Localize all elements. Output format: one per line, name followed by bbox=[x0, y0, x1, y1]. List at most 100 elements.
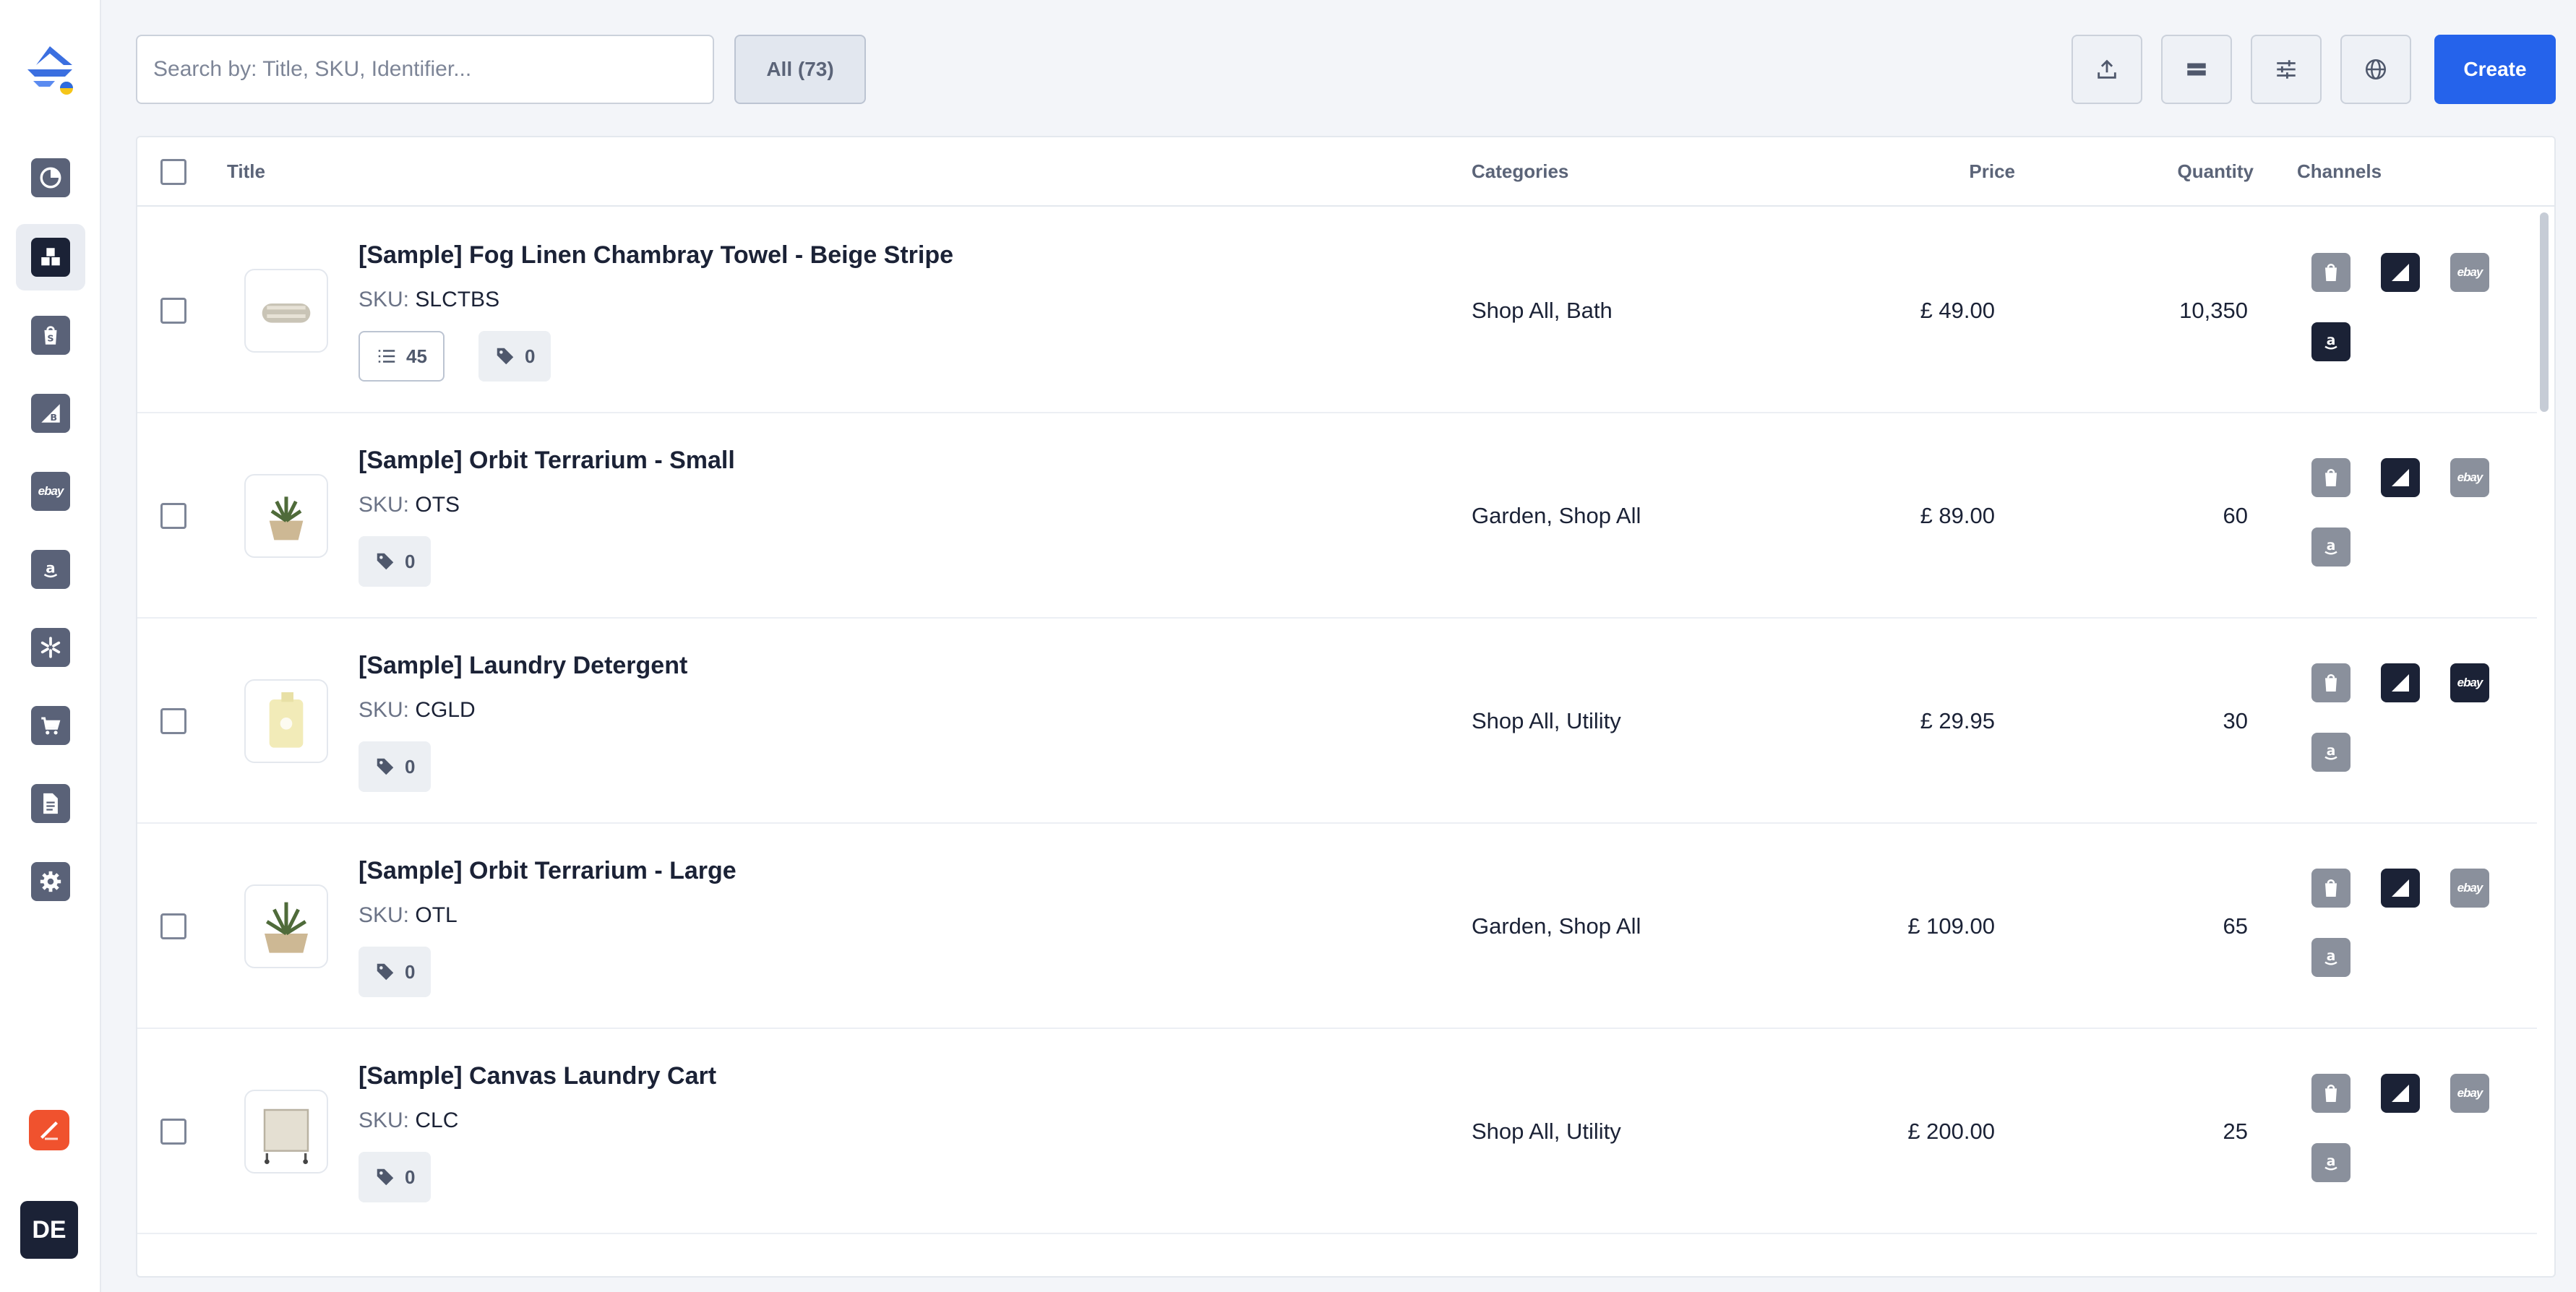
table-row[interactable]: [Sample] Laundry Detergent SKU: CGLD 0 S… bbox=[137, 619, 2537, 824]
sidebar-item-bigcommerce[interactable]: B bbox=[16, 380, 85, 447]
product-title[interactable]: [Sample] Fog Linen Chambray Towel - Beig… bbox=[359, 241, 953, 270]
table-header: Title Categories Price Quantity Channels bbox=[137, 137, 2554, 207]
shopify-icon[interactable] bbox=[2311, 869, 2350, 908]
svg-text:a: a bbox=[2327, 538, 2336, 554]
products-table: Title Categories Price Quantity Channels… bbox=[136, 136, 2556, 1278]
product-thumbnail[interactable] bbox=[244, 269, 328, 353]
table-row[interactable]: [Sample] Fog Linen Chambray Towel - Beig… bbox=[137, 208, 2537, 413]
sidebar-item-amazon[interactable]: a bbox=[16, 536, 85, 603]
ebay-icon[interactable]: ebay bbox=[2450, 253, 2489, 292]
product-title[interactable]: [Sample] Orbit Terrarium - Large bbox=[359, 857, 737, 885]
tag-icon bbox=[497, 348, 514, 365]
sidebar-item-cart[interactable] bbox=[16, 692, 85, 759]
ebay-icon: ebay bbox=[31, 472, 70, 511]
row-checkbox[interactable] bbox=[160, 1119, 186, 1145]
shopify-icon[interactable] bbox=[2311, 253, 2350, 292]
sidebar-item-ebay[interactable]: ebay bbox=[16, 458, 85, 525]
amazon-icon[interactable]: a bbox=[2311, 938, 2350, 977]
product-categories: Shop All, Utility bbox=[1472, 1119, 1621, 1144]
tag-icon bbox=[377, 1168, 394, 1186]
column-header-price[interactable]: Price bbox=[1969, 160, 2015, 183]
shopify-icon[interactable] bbox=[2311, 663, 2350, 702]
product-sku: SKU: CLC bbox=[359, 1108, 459, 1132]
bigcommerce-icon[interactable] bbox=[2381, 869, 2420, 908]
globe-icon bbox=[2365, 59, 2387, 80]
product-sku: SKU: OTL bbox=[359, 903, 458, 927]
svg-text:a: a bbox=[46, 559, 55, 576]
svg-text:a: a bbox=[2327, 333, 2336, 348]
variants-chip[interactable]: 45 bbox=[359, 331, 445, 382]
table-row[interactable]: [Sample] Orbit Terrarium - Small SKU: OT… bbox=[137, 413, 2537, 619]
select-all-checkbox[interactable] bbox=[160, 159, 186, 185]
product-categories: Garden, Shop All bbox=[1472, 503, 1641, 528]
amazon-icon[interactable]: a bbox=[2311, 527, 2350, 567]
ebay-icon[interactable]: ebay bbox=[2450, 869, 2489, 908]
sidebar-item-walmart[interactable] bbox=[16, 614, 85, 681]
product-thumbnail[interactable] bbox=[244, 884, 328, 968]
column-header-categories[interactable]: Categories bbox=[1472, 160, 1568, 183]
row-checkbox[interactable] bbox=[160, 913, 186, 939]
shopify-icon[interactable] bbox=[2311, 458, 2350, 497]
bigcommerce-icon[interactable] bbox=[2381, 458, 2420, 497]
row-checkbox[interactable] bbox=[160, 298, 186, 324]
product-title[interactable]: [Sample] Canvas Laundry Cart bbox=[359, 1062, 716, 1090]
bigcommerce-icon[interactable] bbox=[2381, 1074, 2420, 1113]
zapier-icon[interactable] bbox=[29, 1110, 69, 1150]
sidebar-item-products[interactable] bbox=[16, 224, 85, 290]
product-sku: SKU: SLCTBS bbox=[359, 288, 500, 311]
ebay-icon[interactable]: ebay bbox=[2450, 458, 2489, 497]
amazon-icon[interactable]: a bbox=[2311, 1143, 2350, 1182]
table-row[interactable]: [Sample] Canvas Laundry Cart SKU: CLC 0 … bbox=[137, 1029, 2537, 1234]
tags-chip[interactable]: 0 bbox=[359, 947, 432, 997]
product-sku: SKU: CGLD bbox=[359, 698, 476, 722]
row-density-button[interactable] bbox=[2161, 35, 2232, 104]
product-thumbnail[interactable] bbox=[244, 679, 328, 763]
row-checkbox[interactable] bbox=[160, 503, 186, 529]
sidebar-item-documents[interactable] bbox=[16, 770, 85, 837]
search-input[interactable] bbox=[136, 35, 714, 104]
cart-icon bbox=[31, 706, 70, 745]
product-quantity: 65 bbox=[2223, 913, 2248, 939]
product-categories: Shop All, Utility bbox=[1472, 708, 1621, 733]
create-button[interactable]: Create bbox=[2434, 35, 2556, 104]
product-categories: Garden, Shop All bbox=[1472, 913, 1641, 939]
column-header-title[interactable]: Title bbox=[227, 160, 265, 183]
upload-button[interactable] bbox=[2071, 35, 2142, 104]
bigcommerce-icon[interactable] bbox=[2381, 253, 2420, 292]
shopify-icon[interactable] bbox=[2311, 1074, 2350, 1113]
product-title[interactable]: [Sample] Orbit Terrarium - Small bbox=[359, 447, 735, 475]
bigcommerce-icon[interactable] bbox=[2381, 663, 2420, 702]
row-checkbox[interactable] bbox=[160, 708, 186, 734]
app-logo[interactable] bbox=[22, 43, 78, 97]
column-header-quantity[interactable]: Quantity bbox=[2178, 160, 2254, 183]
tags-chip[interactable]: 0 bbox=[359, 741, 432, 792]
svg-text:a: a bbox=[2327, 1154, 2336, 1169]
product-thumbnail[interactable] bbox=[244, 474, 328, 558]
product-thumbnail[interactable] bbox=[244, 1090, 328, 1173]
tags-chip[interactable]: 0 bbox=[359, 1152, 432, 1202]
product-price: £ 109.00 bbox=[1907, 913, 1995, 939]
tags-chip[interactable]: 0 bbox=[478, 331, 551, 382]
product-title[interactable]: [Sample] Laundry Detergent bbox=[359, 652, 687, 680]
table-row[interactable]: [Sample] Orbit Terrarium - Large SKU: OT… bbox=[137, 824, 2537, 1029]
ebay-icon[interactable]: ebay bbox=[2450, 1074, 2489, 1113]
filters-button[interactable] bbox=[2251, 35, 2322, 104]
product-price: £ 49.00 bbox=[1920, 298, 1995, 323]
amazon-icon[interactable]: a bbox=[2311, 733, 2350, 772]
boxes-icon bbox=[31, 238, 70, 277]
user-avatar[interactable]: DE bbox=[20, 1201, 78, 1259]
product-price: £ 200.00 bbox=[1907, 1119, 1995, 1144]
tags-chip[interactable]: 0 bbox=[359, 536, 432, 587]
product-quantity: 10,350 bbox=[2179, 298, 2248, 323]
column-header-channels[interactable]: Channels bbox=[2297, 160, 2382, 183]
filter-all-button[interactable]: All (73) bbox=[734, 35, 866, 104]
svg-text:S: S bbox=[47, 334, 53, 345]
sidebar-item-settings[interactable] bbox=[16, 848, 85, 915]
sidebar-item-dashboard[interactable] bbox=[16, 145, 85, 211]
ebay-icon[interactable]: ebay bbox=[2450, 663, 2489, 702]
amazon-icon: a bbox=[31, 550, 70, 589]
table-scrollbar[interactable] bbox=[2540, 212, 2549, 412]
language-button[interactable] bbox=[2340, 35, 2411, 104]
amazon-icon[interactable]: a bbox=[2311, 322, 2350, 361]
sidebar-item-shopify[interactable]: S bbox=[16, 302, 85, 369]
